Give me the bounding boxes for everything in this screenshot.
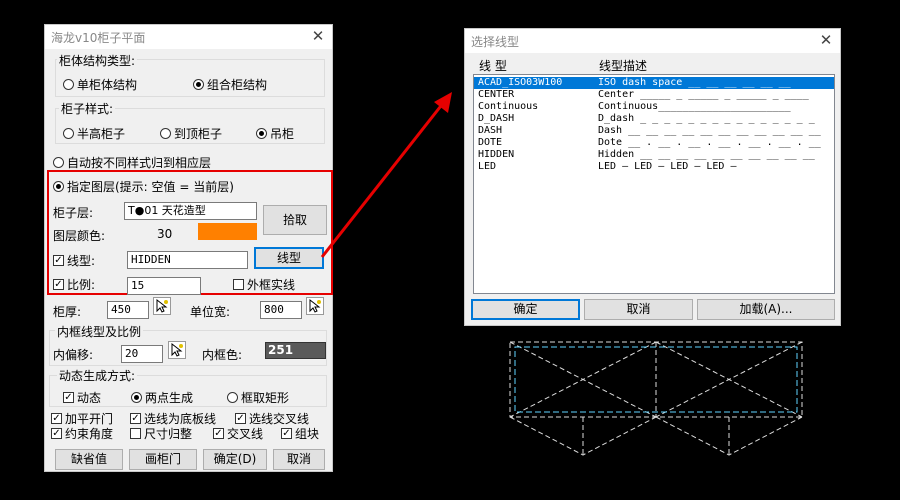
radio-circle xyxy=(160,128,171,139)
radio-full-height[interactable]: 到顶柜子 xyxy=(160,125,222,142)
cancel-button[interactable]: 取消 xyxy=(584,299,693,320)
radio-circle xyxy=(53,157,64,168)
checkbox-dimension-round[interactable]: 尺寸归整 xyxy=(130,425,192,442)
linetype-button[interactable]: 线型 xyxy=(254,247,324,269)
cabinet-plan-dialog: 海龙v10柜子平面 ✕ 柜体结构类型: 单柜体结构 组合柜结构 柜子样式: 半高… xyxy=(44,24,333,472)
checkbox-mark xyxy=(235,413,246,424)
column-header-description[interactable]: 线型描述 xyxy=(599,57,647,74)
radio-circle-selected xyxy=(193,79,204,90)
inner-color-label: 内框色: xyxy=(202,348,243,362)
checkbox-mark xyxy=(281,428,292,439)
ok-button[interactable]: 确定(D) xyxy=(203,449,267,470)
checkbox-cross-line[interactable]: 交叉线 xyxy=(213,425,263,442)
checkbox-scale[interactable]: 比例: xyxy=(53,276,95,293)
radio-circle xyxy=(63,79,74,90)
radio-single-cabinet[interactable]: 单柜体结构 xyxy=(63,76,137,93)
pick-button[interactable]: 拾取 xyxy=(263,205,327,235)
checkbox-linetype[interactable]: 线型: xyxy=(53,252,95,269)
radio-circle-selected xyxy=(131,392,142,403)
offset-label: 内偏移: xyxy=(53,348,94,362)
radio-frame-rect[interactable]: 框取矩形 xyxy=(227,389,289,406)
checkbox-constrain-angle[interactable]: 约束角度 xyxy=(51,425,113,442)
checkbox-mark xyxy=(51,413,62,424)
checkbox-dynamic[interactable]: 动态 xyxy=(63,389,101,406)
checkbox-mark xyxy=(63,392,74,403)
select-linetype-dialog: 选择线型 ✕ 线 型 线型描述 ACAD_ISO03W100 ISO dash s… xyxy=(464,28,841,326)
ok-button[interactable]: 确定 xyxy=(471,299,580,320)
list-item[interactable]: ACAD_ISO03W100 ISO dash space __ __ __ __… xyxy=(474,77,834,89)
checkbox-mark xyxy=(130,428,141,439)
checkbox-mark xyxy=(130,413,141,424)
draw-door-button[interactable]: 画柜门 xyxy=(129,449,197,470)
pick-cursor-icon[interactable] xyxy=(153,297,171,315)
thickness-label: 柜厚: xyxy=(53,305,82,319)
dynamic-group-label: 动态生成方式: xyxy=(57,367,138,384)
checkbox-mark xyxy=(53,255,64,266)
radio-circle xyxy=(227,392,238,403)
radio-two-point[interactable]: 两点生成 xyxy=(131,389,193,406)
checkbox-mark xyxy=(51,428,62,439)
load-button[interactable]: 加载(A)... xyxy=(697,299,835,320)
radio-hanging[interactable]: 吊柜 xyxy=(256,125,294,142)
cabinet-style-label: 柜子样式: xyxy=(59,100,116,117)
list-item[interactable]: D_DASH D_dash _ _ _ _ _ _ _ _ _ _ _ _ _ _… xyxy=(474,113,834,125)
layer-color-label: 图层颜色: xyxy=(53,229,106,243)
layer-color-swatch[interactable] xyxy=(198,223,257,240)
checkbox-mark xyxy=(53,279,64,290)
dialog-title: 海龙v10柜子平面 xyxy=(51,31,146,45)
default-button[interactable]: 缺省值 xyxy=(55,449,123,470)
list-item[interactable]: DOTE Dote __ . __ . __ . __ . __ . __ . _… xyxy=(474,137,834,149)
dialog-titlebar: 海龙v10柜子平面 ✕ xyxy=(45,25,332,49)
layer-color-value: 30 xyxy=(157,227,173,241)
radio-circle-selected xyxy=(53,181,64,192)
offset-input[interactable]: 20 xyxy=(121,345,163,363)
layer-label: 柜子层: xyxy=(53,206,94,220)
checkbox-mark xyxy=(233,279,244,290)
layer-input[interactable]: T●01 天花造型 xyxy=(124,202,257,220)
checkbox-group-block[interactable]: 组块 xyxy=(281,425,319,442)
column-header-linetype[interactable]: 线 型 xyxy=(479,57,507,74)
inner-color-swatch[interactable]: 251 xyxy=(265,342,326,359)
cancel-button[interactable]: 取消 xyxy=(273,449,325,470)
dialog-titlebar: 选择线型 ✕ xyxy=(465,29,840,53)
inner-color-value: 251 xyxy=(268,343,294,357)
list-item[interactable]: HIDDEN Hidden __ __ __ __ __ __ __ __ __ … xyxy=(474,149,834,161)
linetype-list[interactable]: ACAD_ISO03W100 ISO dash space __ __ __ __… xyxy=(473,74,835,294)
radio-half-height[interactable]: 半高柜子 xyxy=(63,125,125,142)
list-item[interactable]: DASH Dash __ __ __ __ __ __ __ __ __ __ _… xyxy=(474,125,834,137)
checkbox-mark xyxy=(213,428,224,439)
cabinet-type-label: 柜体结构类型: xyxy=(57,52,138,69)
thickness-input[interactable]: 450 xyxy=(107,301,149,319)
dialog-title: 选择线型 xyxy=(471,35,520,49)
radio-auto-layer[interactable]: 自动按不同样式归到相应层 xyxy=(53,154,211,171)
unit-width-label: 单位宽: xyxy=(190,305,231,319)
list-item[interactable]: LED LED — LED — LED — LED — xyxy=(474,161,834,173)
radio-combo-cabinet[interactable]: 组合柜结构 xyxy=(193,76,267,93)
close-icon[interactable]: ✕ xyxy=(818,31,834,49)
pick-cursor-icon[interactable] xyxy=(306,297,324,315)
list-item[interactable]: Continuous Continuous____________________… xyxy=(474,101,834,113)
inner-frame-label: 内框线型及比例 xyxy=(55,323,144,340)
scale-input[interactable]: 15 xyxy=(127,277,201,295)
radio-assign-layer[interactable]: 指定图层(提示: 空值 = 当前层) xyxy=(53,178,234,195)
close-icon[interactable]: ✕ xyxy=(310,27,326,45)
list-item[interactable]: CENTER Center _____ _ _____ _ _____ _ ___… xyxy=(474,89,834,101)
pick-cursor-icon[interactable] xyxy=(168,341,186,359)
unit-width-input[interactable]: 800 xyxy=(260,301,302,319)
radio-circle-selected xyxy=(256,128,267,139)
linetype-input[interactable]: HIDDEN xyxy=(127,251,248,269)
radio-circle xyxy=(63,128,74,139)
checkbox-outer-solid[interactable]: 外框实线 xyxy=(233,276,295,293)
